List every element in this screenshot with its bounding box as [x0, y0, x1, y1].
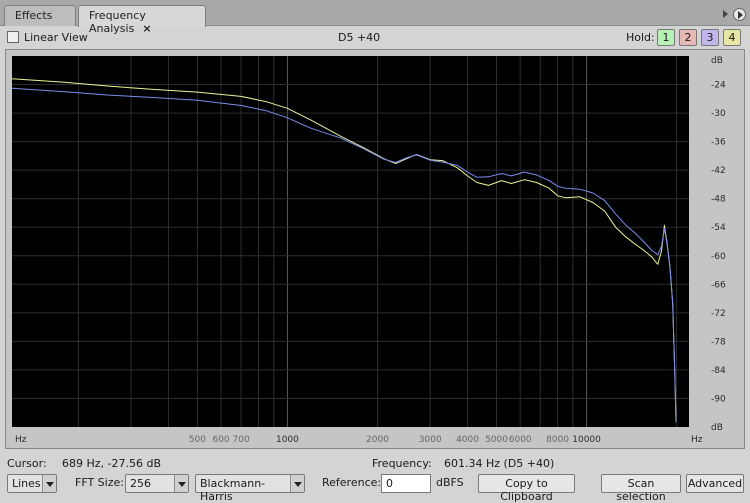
pitch-readout: D5 +40: [338, 31, 381, 44]
y-tick-label: -30: [711, 109, 726, 119]
hold-button-4[interactable]: 4: [723, 29, 741, 46]
reference-input[interactable]: 0: [381, 474, 431, 493]
x-tick-label: 2000: [366, 435, 389, 445]
plot-mode-select[interactable]: Lines: [7, 474, 57, 493]
linear-view-checkbox[interactable]: [7, 31, 19, 43]
window-function-value: Blackmann-Harris: [200, 477, 266, 503]
window-function-select[interactable]: Blackmann-Harris: [195, 474, 305, 503]
fft-size-value: 256: [130, 477, 151, 490]
chevron-down-icon: [42, 475, 56, 492]
panel-overflow-icon[interactable]: [723, 10, 728, 18]
x-tick-label: 6000: [509, 435, 532, 445]
y-tick-label: -24: [711, 81, 726, 91]
analysis-toolbar: Linear View D5 +40 Hold: 1 2 3 4: [0, 27, 750, 49]
panel-tab-strip: Effects Frequency Analysis ×: [0, 0, 750, 35]
plot-area: [12, 56, 689, 427]
cursor-value: 689 Hz, -27.56 dB: [62, 457, 162, 470]
linear-view-label: Linear View: [24, 31, 88, 44]
y-tick-label: -66: [711, 280, 726, 290]
hold-label: Hold:: [626, 31, 655, 44]
spectrum-chart[interactable]: 500 600 700 1000 2000 3000 4000 5000 6000 8000 100…: [6, 50, 744, 448]
frequency-analysis-graph[interactable]: 500 600 700 1000 2000 3000 4000 5000 6000 8000 100…: [5, 49, 745, 449]
copy-to-clipboard-button[interactable]: Copy to Clipboard: [478, 474, 575, 503]
y-tick-label: -48: [711, 195, 726, 205]
tab-effects-label: Effects: [15, 9, 53, 22]
hold-button-3[interactable]: 3: [701, 29, 719, 46]
x-tick-label: 10000: [572, 435, 601, 445]
y-tick-label: -60: [711, 252, 726, 262]
x-tick-label: 8000: [546, 435, 569, 445]
y-tick-label: -36: [711, 138, 726, 148]
y-tick-label: -90: [711, 394, 726, 404]
hold-button-2[interactable]: 2: [679, 29, 697, 46]
advanced-button[interactable]: Advanced: [686, 474, 744, 493]
tab-frequency-analysis[interactable]: Frequency Analysis ×: [78, 5, 206, 35]
fft-size-select[interactable]: 256: [125, 474, 189, 493]
x-tick-label: 5000: [485, 435, 508, 445]
y-tick-label: -54: [711, 223, 726, 233]
hold-button-1[interactable]: 1: [657, 29, 675, 46]
x-tick-label: 600: [212, 435, 229, 445]
plot-mode-value: Lines: [12, 477, 41, 490]
fft-size-label: FFT Size:: [75, 476, 124, 489]
tab-effects[interactable]: Effects: [4, 5, 76, 26]
y-unit-label-bottom: dB: [711, 423, 723, 433]
x-tick-label: 500: [189, 435, 206, 445]
x-tick-label: 3000: [419, 435, 442, 445]
x-tick-label: 4000: [456, 435, 479, 445]
y-unit-label-top: dB: [711, 56, 723, 66]
scan-selection-button[interactable]: Scan selection: [601, 474, 681, 503]
cursor-label: Cursor:: [7, 457, 47, 470]
y-tick-label: -42: [711, 166, 726, 176]
y-tick-label: -72: [711, 309, 726, 319]
x-tick-label: 1000: [276, 435, 299, 445]
x-tick-label: 700: [233, 435, 250, 445]
x-unit-label-right: Hz: [691, 435, 703, 445]
reference-label: Reference:: [322, 476, 382, 489]
control-row: Lines FFT Size: 256 Blackmann-Harris Ref…: [0, 473, 750, 503]
reference-unit: dBFS: [436, 476, 464, 489]
y-tick-label: -84: [711, 366, 726, 376]
frequency-label: Frequency:: [372, 457, 432, 470]
readout-row: Cursor: 689 Hz, -27.56 dB Frequency: 601…: [0, 454, 750, 470]
panel-menu-icon[interactable]: [733, 8, 746, 21]
chevron-down-icon: [290, 475, 304, 492]
frequency-value: 601.34 Hz (D5 +40): [444, 457, 555, 470]
chevron-down-icon: [174, 475, 188, 492]
x-unit-label-left: Hz: [15, 435, 27, 445]
y-tick-label: -78: [711, 337, 726, 347]
